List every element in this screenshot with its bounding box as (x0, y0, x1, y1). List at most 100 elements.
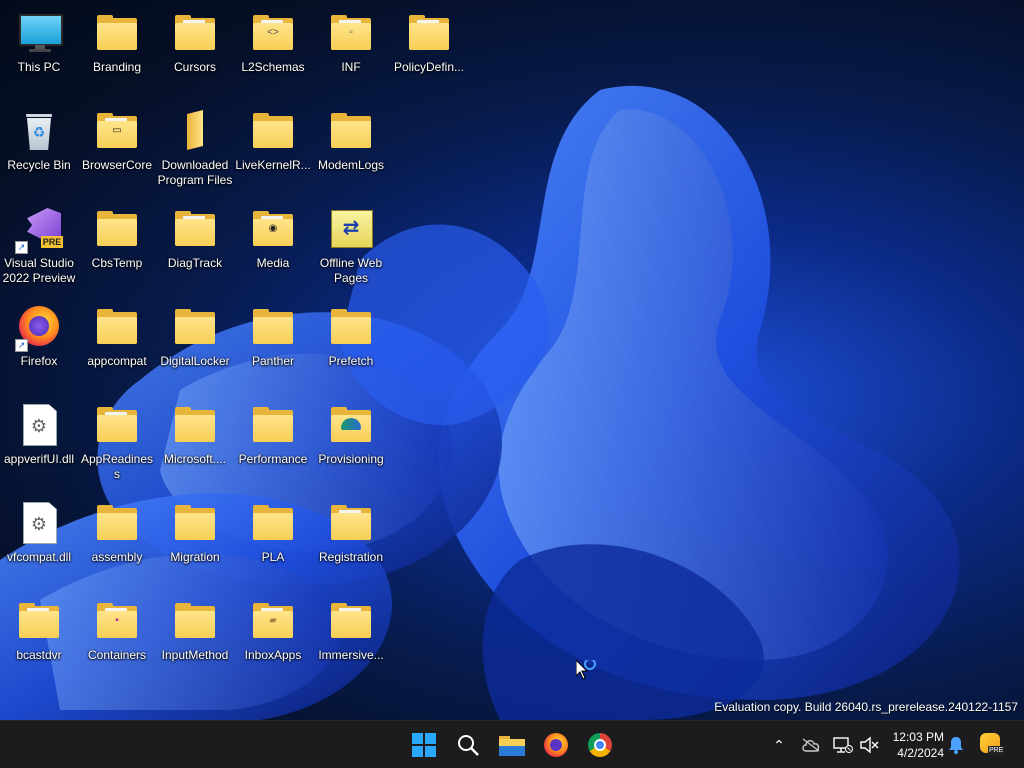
folder-diagtrack[interactable]: DiagTrack (156, 198, 234, 290)
search-button[interactable] (448, 725, 488, 765)
icon-label: Firefox (20, 354, 58, 368)
icon-label: Offline Web Pages (319, 256, 383, 285)
folder-performance[interactable]: Performance (234, 394, 312, 486)
start-button[interactable] (404, 725, 444, 765)
show-hidden-icons-button[interactable]: ⌃ (765, 729, 793, 761)
folder-icon (171, 10, 219, 58)
volume-tray-button[interactable] (855, 729, 883, 761)
folder-icon (93, 304, 141, 352)
firefox-taskbar-button[interactable] (536, 725, 576, 765)
icon-label: InboxApps (244, 648, 302, 662)
folder-icon (93, 402, 141, 450)
desktop[interactable]: This PC Branding Cursors <> L2Schemas ▫ … (0, 0, 1024, 720)
folder-open-icon (171, 108, 219, 156)
folder-icon (15, 598, 63, 646)
folder-appreadiness[interactable]: AppReadiness (78, 394, 156, 486)
copilot-icon: PRE (980, 733, 1005, 757)
folder-icon (327, 598, 375, 646)
folder-icon (93, 500, 141, 548)
icon-label: Panther (251, 354, 295, 368)
folder-inf[interactable]: ▫ INF (312, 2, 390, 94)
folder-containers[interactable]: ▪ Containers (78, 590, 156, 682)
icon-label: appcompat (87, 354, 147, 368)
folder-icon (171, 304, 219, 352)
folder-assembly[interactable]: assembly (78, 492, 156, 584)
folder-icon: ▫ (327, 10, 375, 58)
folder-browsercore[interactable]: ▭ BrowserCore (78, 100, 156, 192)
folder-panther[interactable]: Panther (234, 296, 312, 388)
folder-migration[interactable]: Migration (156, 492, 234, 584)
folder-inputmethod[interactable]: InputMethod (156, 590, 234, 682)
dll-file-icon: ⚙ (15, 500, 63, 548)
folder-registration[interactable]: Registration (312, 492, 390, 584)
shortcut-arrow-icon: ↗ (15, 339, 28, 352)
network-tray-button[interactable] (829, 729, 857, 761)
firefox-icon-item[interactable]: ↗ Firefox (0, 296, 78, 388)
folder-pla[interactable]: PLA (234, 492, 312, 584)
icon-label: Media (256, 256, 290, 270)
firefox-icon: ↗ (15, 304, 63, 352)
folder-inboxapps[interactable]: ▰ InboxApps (234, 590, 312, 682)
icon-label: DigitalLocker (160, 354, 230, 368)
visual-studio-icon: PRE ↗ (15, 206, 63, 254)
folder-cbstemp[interactable]: CbsTemp (78, 198, 156, 290)
folder-icon (327, 108, 375, 156)
network-disconnected-icon (833, 737, 853, 753)
folder-icon (93, 206, 141, 254)
appverifui-dll-icon-item[interactable]: ⚙ appverifUI.dll (0, 394, 78, 486)
folder-cursors[interactable]: Cursors (156, 2, 234, 94)
folder-icon: ▭ (93, 108, 141, 156)
folder-icon: ▰ (249, 598, 297, 646)
chevron-up-icon: ⌃ (773, 736, 785, 753)
file-explorer-button[interactable] (492, 725, 532, 765)
windows-logo-icon (412, 733, 436, 757)
folder-icon (171, 500, 219, 548)
folder-l2schemas[interactable]: <> L2Schemas (234, 2, 312, 94)
icon-label: This PC (17, 60, 61, 74)
folder-media-icon: ◉ (249, 206, 297, 254)
folder-modemlogs[interactable]: ModemLogs (312, 100, 390, 192)
clock[interactable]: 12:03 PM 4/2/2024 (893, 729, 944, 761)
icon-label: Branding (92, 60, 142, 74)
busy-cursor-icon (575, 658, 602, 689)
onedrive-tray-button[interactable] (797, 729, 825, 761)
copilot-button[interactable]: PRE (978, 729, 1006, 761)
notifications-button[interactable] (942, 729, 970, 761)
folder-media[interactable]: ◉ Media (234, 198, 312, 290)
volume-muted-icon (860, 736, 879, 754)
folder-downloaded-program-files[interactable]: Downloaded Program Files (156, 100, 234, 192)
icon-label: L2Schemas (241, 60, 305, 74)
vfcompat-dll-icon-item[interactable]: ⚙ vfcompat.dll (0, 492, 78, 584)
icon-label: BrowserCore (81, 158, 153, 172)
folder-appcompat[interactable]: appcompat (78, 296, 156, 388)
dll-file-icon: ⚙ (15, 402, 63, 450)
icon-label: PolicyDefin... (393, 60, 465, 74)
this-pc-icon-item[interactable]: This PC (0, 2, 78, 94)
offline-web-pages-icon-item[interactable]: ⇄ Offline Web Pages (312, 198, 390, 290)
icon-label: Migration (170, 550, 220, 564)
folder-digitallocker[interactable]: DigitalLocker (156, 296, 234, 388)
folder-icon (327, 304, 375, 352)
folder-policydefinitions[interactable]: PolicyDefin... (390, 2, 468, 94)
icon-label: vfcompat.dll (6, 550, 72, 564)
folder-livekernelreports[interactable]: LiveKernelR... (234, 100, 312, 192)
taskbar: ⌃ 12:03 PM 4/2/2024 PRE (0, 720, 1024, 768)
folder-icon (405, 10, 453, 58)
folder-bcastdvr[interactable]: bcastdvr (0, 590, 78, 682)
visual-studio-icon-item[interactable]: PRE ↗ Visual Studio 2022 Preview (0, 198, 78, 290)
folder-microsoft[interactable]: Microsoft.... (156, 394, 234, 486)
icon-label: bcastdvr (16, 648, 62, 662)
monitor-icon (15, 10, 63, 58)
folder-provisioning[interactable]: Provisioning (312, 394, 390, 486)
folder-branding[interactable]: Branding (78, 2, 156, 94)
chrome-taskbar-button[interactable] (580, 725, 620, 765)
clock-time: 12:03 PM (892, 730, 944, 744)
icon-label: Prefetch (328, 354, 374, 368)
folder-immersivecontrolpanel[interactable]: Immersive... (312, 590, 390, 682)
recycle-bin-icon-item[interactable]: ♻ Recycle Bin (0, 100, 78, 192)
icon-label: ModemLogs (317, 158, 385, 172)
icon-label: Containers (87, 648, 147, 662)
evaluation-watermark: Evaluation copy. Build 26040.rs_prerelea… (714, 700, 1018, 714)
folder-prefetch[interactable]: Prefetch (312, 296, 390, 388)
folder-icon (171, 598, 219, 646)
